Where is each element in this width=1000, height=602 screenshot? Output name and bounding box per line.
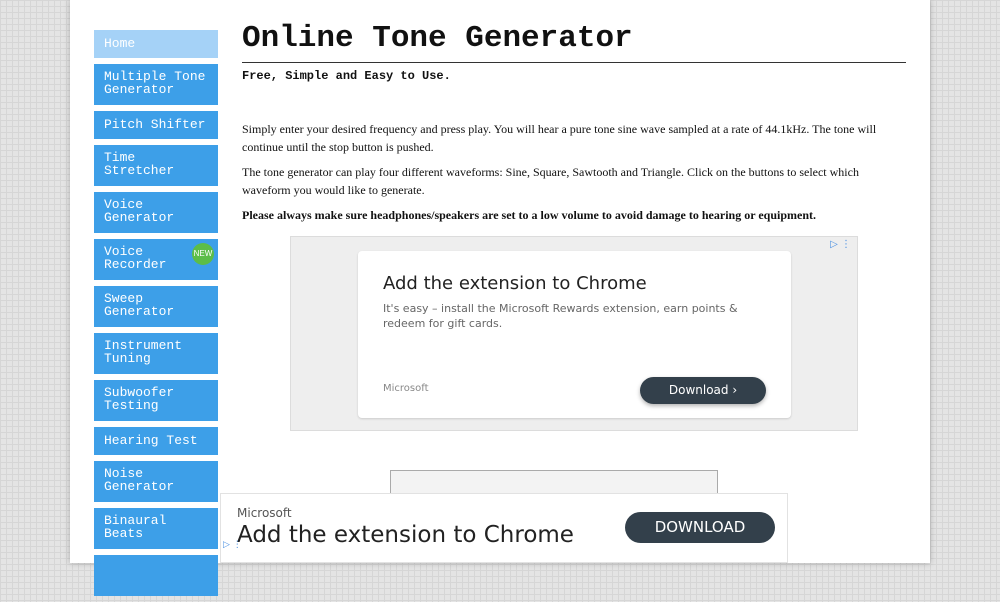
sidebar-item-sweep-generator[interactable]: Sweep Generator [94, 286, 218, 327]
sidebar-item-label: Hearing Test [104, 433, 198, 448]
sidebar-item-label: Noise Generator [104, 466, 175, 494]
volume-warning: Please always make sure headphones/speak… [242, 208, 816, 222]
bottom-ad-download-button[interactable]: DOWNLOAD [625, 512, 775, 543]
sidebar-item-time-stretcher[interactable]: Time Stretcher [94, 145, 218, 186]
ad-title: Add the extension to Chrome [383, 273, 647, 294]
waveform-paragraph: The tone generator can play four differe… [242, 165, 859, 197]
new-badge: NEW [192, 243, 214, 265]
sidebar-item-label: Home [104, 36, 136, 51]
sidebar-item-more[interactable] [94, 555, 218, 596]
bottom-ad-brand: Microsoft [237, 506, 292, 520]
ad-card[interactable]: Add the extension to Chrome It's easy – … [358, 251, 791, 418]
ad-download-button[interactable]: Download › [640, 377, 766, 404]
sidebar-item-voice-generator[interactable]: Voice Generator [94, 192, 218, 233]
sidebar-item-subwoofer-testing[interactable]: Subwoofer Testing [94, 380, 218, 421]
sidebar-item-label: Binaural Beats [104, 513, 167, 541]
sidebar-item-instrument-tuning[interactable]: Instrument Tuning [94, 333, 218, 374]
sidebar-item-voice-recorder[interactable]: Voice Recorder NEW [94, 239, 218, 280]
sidebar-item-label: Subwoofer Testing [104, 385, 175, 413]
sidebar-item-noise-generator[interactable]: Noise Generator [94, 461, 218, 502]
sidebar-item-pitch-shifter[interactable]: Pitch Shifter [94, 111, 218, 139]
adchoices-icon[interactable]: ▷ ⋮ [223, 540, 242, 550]
bottom-ad-banner[interactable]: Microsoft Add the extension to Chrome DO… [220, 493, 788, 563]
sidebar-item-hearing-test[interactable]: Hearing Test [94, 427, 218, 455]
sidebar-item-label: Sweep Generator [104, 291, 175, 319]
title-divider [242, 62, 906, 63]
sidebar-item-multiple-tone-generator[interactable]: Multiple Tone Generator [94, 64, 218, 105]
bottom-ad-title: Add the extension to Chrome [237, 522, 574, 548]
sidebar-item-label: Voice Recorder [104, 244, 167, 272]
ad-description: It's easy – install the Microsoft Reward… [383, 302, 738, 330]
ad-brand: Microsoft [383, 383, 429, 394]
sidebar-item-label: Time Stretcher [104, 150, 175, 178]
sidebar-nav: Home Multiple Tone Generator Pitch Shift… [94, 30, 218, 602]
adchoices-icon[interactable]: ▷ ⋮ [830, 239, 851, 250]
page-container: Home Multiple Tone Generator Pitch Shift… [70, 0, 930, 596]
sidebar-item-binaural-beats[interactable]: Binaural Beats [94, 508, 218, 549]
sidebar-item-label: Voice Generator [104, 197, 175, 225]
ad-banner: ▷ ⋮ Add the extension to Chrome It's eas… [290, 236, 858, 431]
page-title: Online Tone Generator [242, 21, 633, 56]
sidebar-item-label: Multiple Tone Generator [104, 69, 206, 97]
intro-paragraph: Simply enter your desired frequency and … [242, 122, 877, 154]
page-subtitle: Free, Simple and Easy to Use. [242, 69, 451, 83]
sidebar-item-label: Pitch Shifter [104, 117, 206, 132]
sidebar-item-home[interactable]: Home [94, 30, 218, 58]
main-content: Online Tone Generator Free, Simple and E… [242, 18, 906, 231]
sidebar-item-label: Instrument Tuning [104, 338, 183, 366]
